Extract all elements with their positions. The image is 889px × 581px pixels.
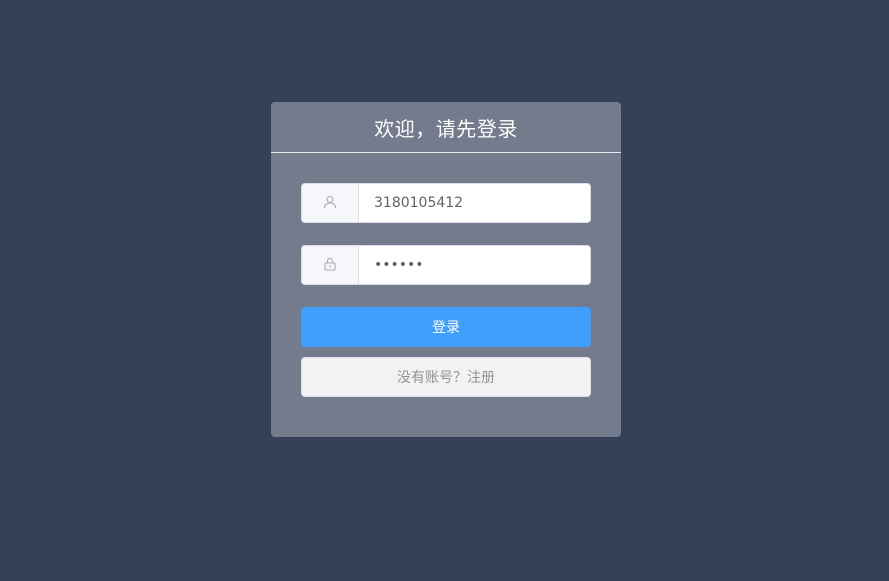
password-prefix bbox=[302, 246, 359, 284]
login-title: 欢迎，请先登录 bbox=[374, 116, 518, 141]
user-icon bbox=[323, 194, 337, 213]
register-button[interactable]: 没有账号？注册 bbox=[301, 357, 591, 397]
login-button[interactable]: 登录 bbox=[301, 307, 591, 347]
login-card: 欢迎，请先登录 3180105412 •••••• 登录 没有账号？注册 bbox=[271, 102, 621, 437]
username-input-group[interactable]: 3180105412 bbox=[301, 183, 591, 223]
lock-icon bbox=[323, 256, 337, 275]
username-field[interactable]: 3180105412 bbox=[359, 184, 590, 222]
login-card-header: 欢迎，请先登录 bbox=[271, 102, 621, 153]
password-input-group[interactable]: •••••• bbox=[301, 245, 591, 285]
password-field[interactable]: •••••• bbox=[359, 246, 590, 284]
username-prefix bbox=[302, 184, 359, 222]
